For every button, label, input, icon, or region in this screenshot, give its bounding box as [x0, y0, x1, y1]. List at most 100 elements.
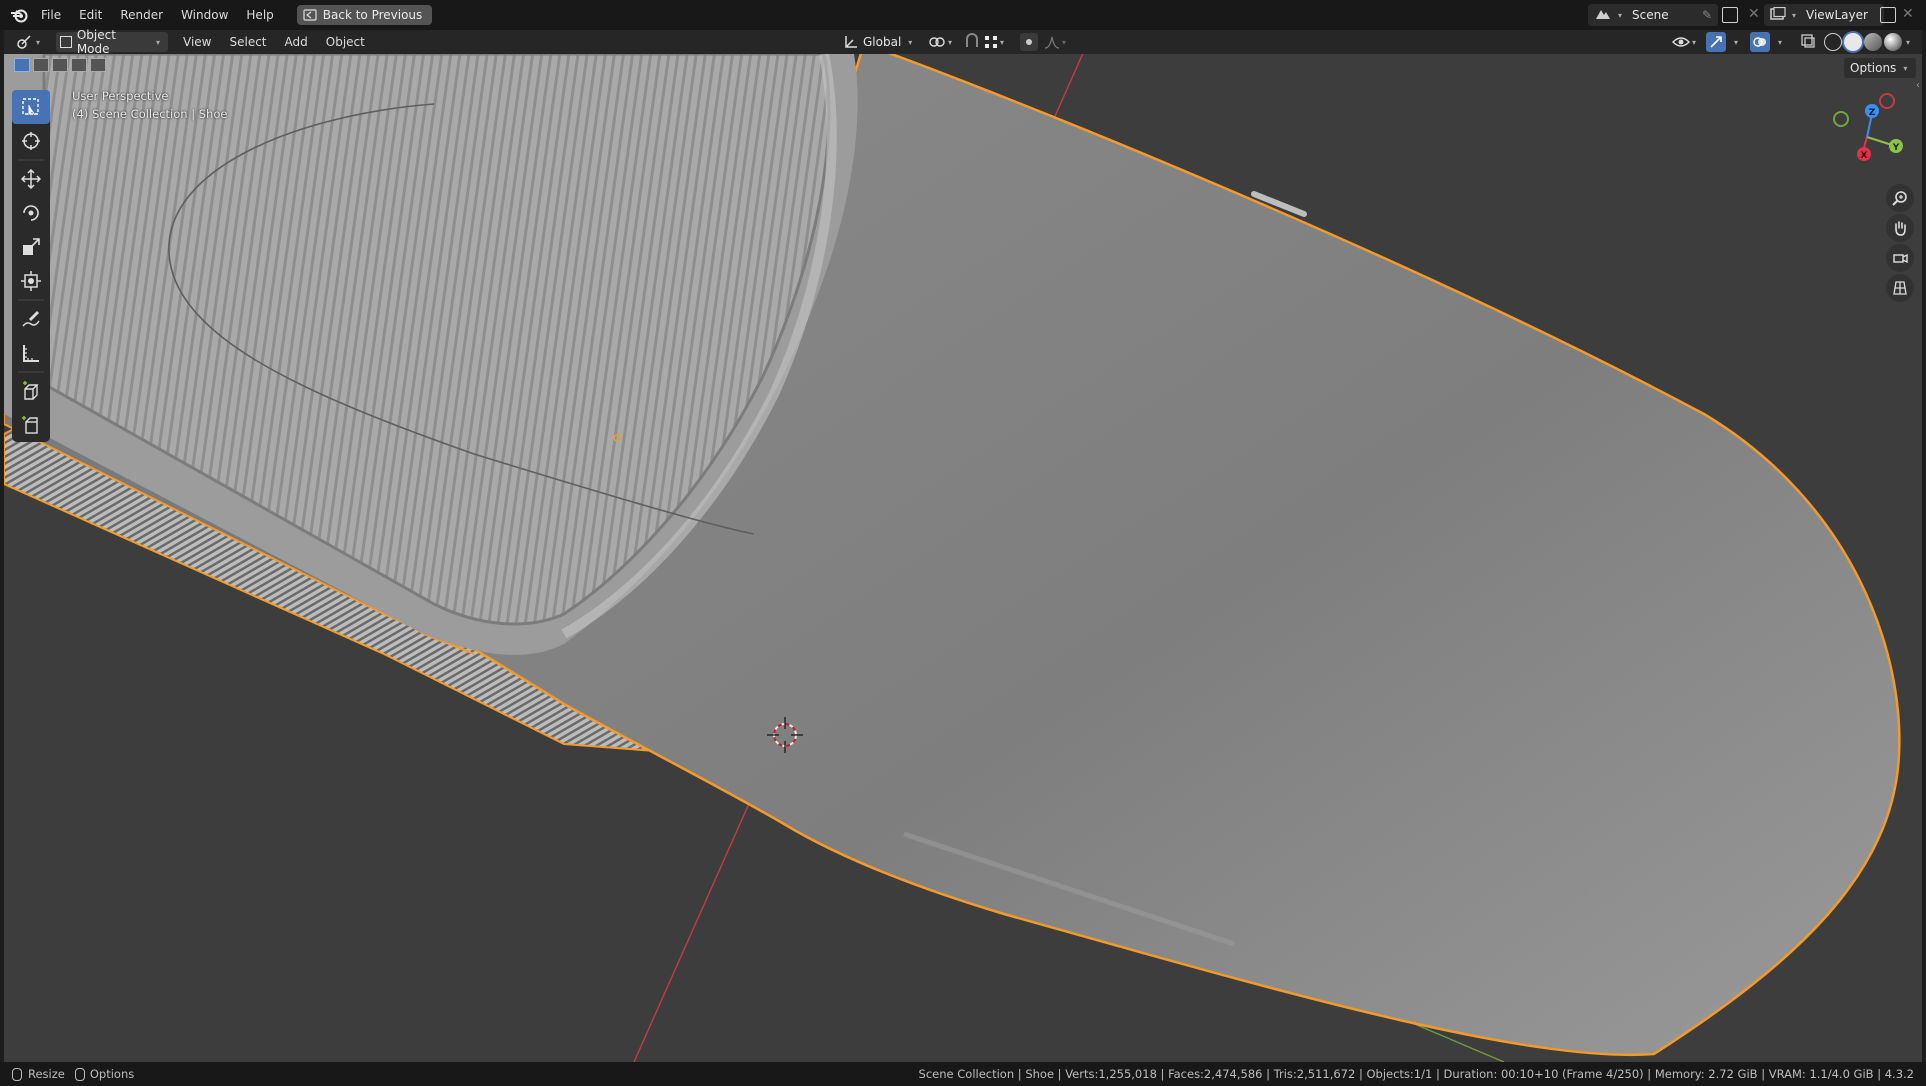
shading-group: ▾: [1824, 33, 1910, 51]
chevron-down-icon: ▾: [908, 37, 913, 47]
navigation-gizmo[interactable]: X Y Z: [1820, 92, 1922, 172]
menu-help[interactable]: Help: [237, 0, 282, 30]
blender-logo-icon[interactable]: [6, 0, 32, 30]
proportional-edit-toggle[interactable]: [1020, 33, 1038, 51]
rotate-icon: [23, 205, 39, 221]
pivot-point-button[interactable]: ▾: [928, 35, 952, 49]
status-info: Scene Collection | Shoe | Verts:1,255,01…: [918, 1067, 1914, 1081]
select-new-icon[interactable]: [14, 58, 30, 72]
camera-view-button[interactable]: [1886, 244, 1914, 272]
viewlayer-icon: [1770, 6, 1786, 24]
viewlayer-selector[interactable]: ▾ ViewLayer: [1764, 4, 1884, 26]
transform-icon: [21, 271, 41, 291]
pan-hand-icon: [1895, 221, 1906, 236]
select-extend-icon[interactable]: [33, 58, 49, 72]
annotate-icon: [22, 311, 40, 327]
ortho-toggle-button[interactable]: [1886, 274, 1914, 302]
measure-icon: [23, 345, 39, 362]
header-menu-object[interactable]: Object: [317, 35, 374, 49]
global-orientation-icon: [845, 36, 857, 48]
status-bar: Resize Options Scene Collection | Shoe |…: [0, 1062, 1926, 1086]
add-cube-icon: [23, 381, 39, 400]
mouse-right-icon: [74, 1067, 85, 1081]
new-viewlayer-icon[interactable]: [1880, 7, 1896, 23]
remove-viewlayer-icon[interactable]: ✕: [1902, 6, 1914, 22]
add-object-icon: [22, 416, 38, 434]
header-menu-view[interactable]: View: [174, 35, 220, 49]
3d-viewport[interactable]: User Perspective (4) Scene Collection | …: [4, 54, 1922, 1062]
menu-edit[interactable]: Edit: [70, 0, 111, 30]
xray-toggle[interactable]: [1800, 33, 1816, 52]
gizmo-icon: [1710, 36, 1722, 48]
select-subtract-icon[interactable]: [52, 58, 68, 72]
editor-type-icon: [17, 35, 31, 49]
tool-separator: [18, 371, 44, 373]
options-label: Options: [1850, 61, 1897, 75]
menu-window[interactable]: Window: [172, 0, 237, 30]
sidebar-toggle-icon[interactable]: ‹: [1916, 80, 1920, 91]
header-menu-add[interactable]: Add: [276, 35, 317, 49]
tool-transform[interactable]: [12, 264, 50, 298]
tool-add-cube[interactable]: [12, 374, 50, 408]
tool-rotate[interactable]: [12, 196, 50, 230]
snap-target-icon: [985, 36, 997, 48]
wireframe-shading-icon[interactable]: [1824, 33, 1842, 51]
tool-measure[interactable]: [12, 336, 50, 370]
scale-icon: [23, 238, 40, 255]
snap-target-button[interactable]: ▾: [984, 35, 1004, 49]
viewlayer-name[interactable]: ViewLayer: [1806, 8, 1868, 22]
tool-separator: [18, 299, 44, 301]
gizmo-x-label: X: [1861, 151, 1868, 161]
material-shading-icon[interactable]: [1864, 33, 1882, 51]
chevron-down-icon: ▾: [1692, 37, 1697, 47]
visibility-button[interactable]: ▾: [1672, 35, 1696, 49]
zoom-button[interactable]: [1886, 184, 1914, 212]
tool-cursor[interactable]: [12, 124, 50, 158]
menu-render[interactable]: Render: [111, 0, 172, 30]
remove-scene-icon[interactable]: ✕: [1748, 6, 1760, 22]
tool-annotate[interactable]: [12, 302, 50, 336]
falloff-icon: [1044, 36, 1060, 49]
tool-move[interactable]: [12, 162, 50, 196]
gizmo-z-label: Z: [1869, 108, 1876, 118]
tool-separator: [18, 159, 44, 161]
pin-icon[interactable]: ✎: [1702, 8, 1712, 22]
status-options-label: Options: [89, 1067, 135, 1081]
select-mode-group: [14, 58, 106, 72]
gizmo-toggle[interactable]: [1706, 32, 1726, 52]
header-menu-select[interactable]: Select: [220, 35, 275, 49]
scene-selector[interactable]: ▾ Scene ✎: [1588, 4, 1718, 26]
tool-select-box[interactable]: [12, 90, 50, 124]
mouse-left-icon: [12, 1067, 22, 1081]
select-intersect-icon[interactable]: [90, 58, 106, 72]
object-mode-icon: [60, 36, 72, 48]
new-scene-icon[interactable]: [1722, 7, 1738, 23]
overlay-dropdown-chevron-icon[interactable]: ▾: [1778, 38, 1782, 47]
tool-add-object[interactable]: [12, 408, 50, 442]
orientation-dropdown[interactable]: Global ▾: [840, 32, 926, 52]
viewport-options-dropdown[interactable]: Options ▾: [1844, 58, 1916, 78]
proportional-icon: [1026, 39, 1032, 45]
grid-ortho-icon: [1893, 281, 1907, 295]
shading-dropdown-chevron-icon[interactable]: ▾: [1906, 38, 1910, 47]
back-to-previous-label: Back to Previous: [322, 8, 423, 22]
menu-file[interactable]: File: [32, 0, 70, 30]
tool-scale[interactable]: [12, 230, 50, 264]
mode-dropdown[interactable]: Object Mode ▾: [56, 28, 168, 56]
back-icon: [303, 9, 317, 21]
overlay-toggle[interactable]: [1750, 32, 1770, 52]
status-resize-label: Resize: [28, 1067, 65, 1081]
rendered-shading-icon[interactable]: [1884, 33, 1902, 51]
falloff-button[interactable]: ▾: [1044, 35, 1066, 49]
snap-toggle[interactable]: [964, 32, 980, 52]
editor-type-button[interactable]: ▾: [16, 34, 50, 50]
move-icon: [21, 169, 41, 189]
pan-button[interactable]: [1886, 214, 1914, 242]
gizmo-dropdown-chevron-icon[interactable]: ▾: [1734, 38, 1738, 47]
view-perspective-label: User Perspective: [72, 89, 169, 103]
back-to-previous-button[interactable]: Back to Previous: [296, 5, 433, 25]
solid-shading-icon[interactable]: [1844, 33, 1862, 51]
camera-view-icon: [1893, 253, 1908, 264]
scene-name[interactable]: Scene: [1632, 8, 1669, 22]
select-invert-icon[interactable]: [71, 58, 87, 72]
